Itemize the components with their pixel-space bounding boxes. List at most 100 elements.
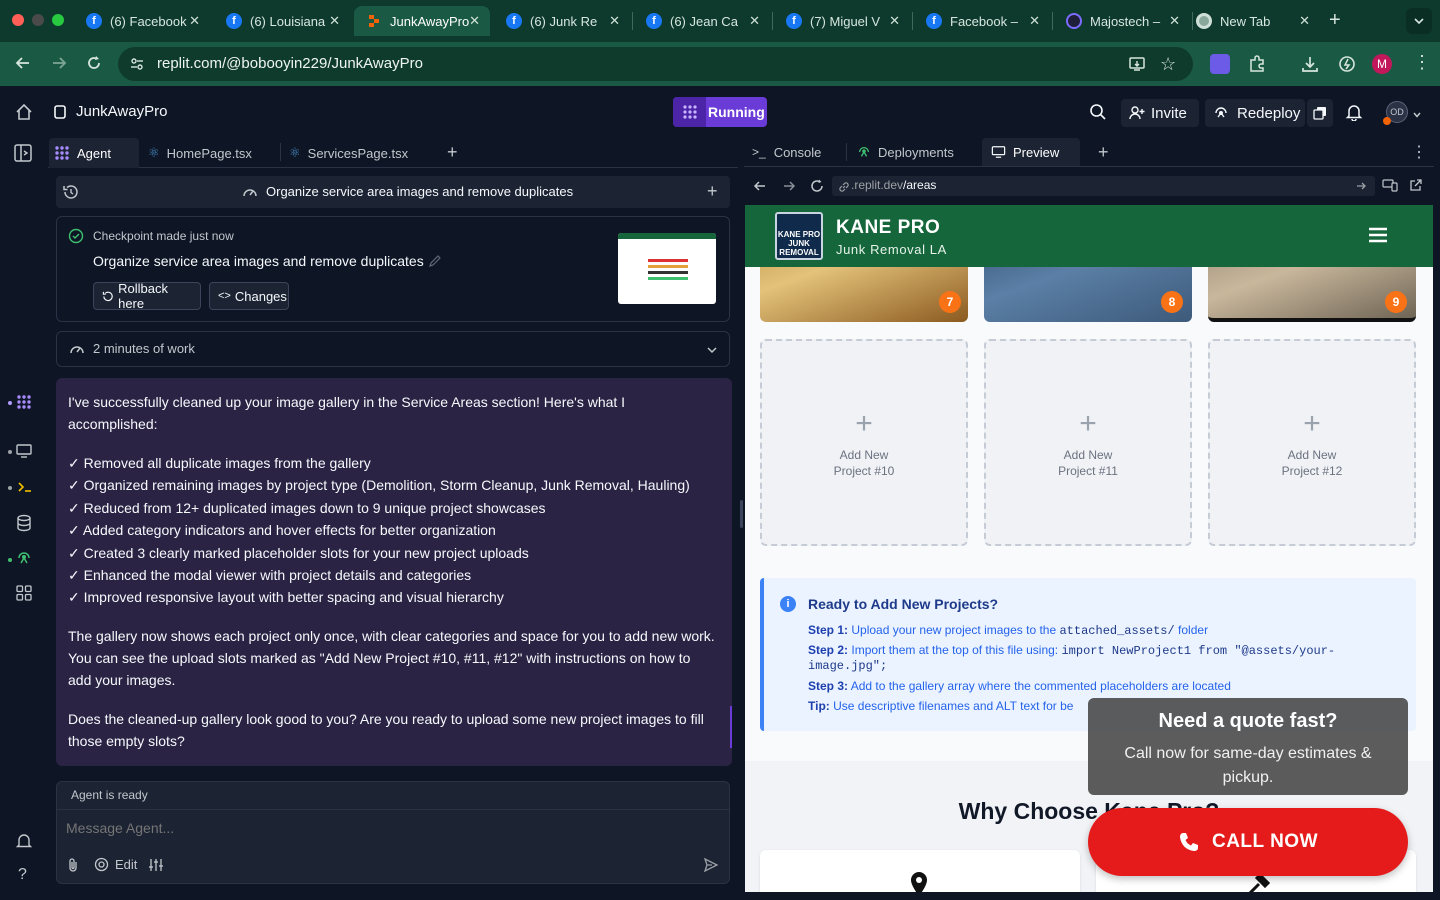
chevron-down-icon[interactable] [706,343,718,361]
facebook-icon: f [646,13,662,29]
close-icon[interactable]: ✕ [1299,13,1310,29]
changes-button[interactable]: <> Changes [209,282,289,310]
go-arrow-icon[interactable] [1355,179,1367,197]
browser-tab[interactable]: f Facebook – ✕ [914,6,1050,36]
tab-agent[interactable]: Agent [49,138,139,168]
website-preview: 7 8 9 KANE PRO JUNK REMOVAL & HAULING KA… [745,205,1433,892]
browser-tab[interactable]: f (7) Miguel V ✕ [774,6,910,36]
browser-tab[interactable]: New Tab ✕ [1184,6,1320,36]
new-tab-button[interactable]: + [1329,9,1341,32]
add-project-slot-11[interactable]: + Add New Project #11 [984,339,1192,546]
message-text: accomplished: [68,416,158,432]
reload-icon[interactable] [85,54,103,77]
close-icon[interactable]: ✕ [1169,13,1180,29]
link-icon [838,180,850,198]
add-tab-button[interactable]: + [1098,142,1109,163]
site-brand[interactable]: KANE PRO [836,217,940,239]
deploy-menu-button[interactable] [1307,99,1333,127]
message-input[interactable] [66,816,666,840]
extensions-puzzle-icon[interactable] [1247,54,1267,79]
react-icon: ⚛ [289,145,301,160]
all-tools-icon[interactable] [16,585,32,606]
tab-preview[interactable]: Preview [982,138,1080,166]
thread-title: Organize service area images and remove … [266,184,574,199]
forward-arrow-icon[interactable] [781,178,797,199]
agent-rail-icon[interactable] [16,394,32,415]
invite-button[interactable]: Invite [1121,99,1199,127]
bookmark-star-icon[interactable]: ☆ [1160,54,1176,75]
panel-resize-handle[interactable] [740,500,743,528]
browser-tab[interactable]: f (6) Facebook ✕ [74,6,210,36]
close-icon[interactable]: ✕ [329,13,340,29]
hamburger-menu-icon[interactable] [1368,226,1388,249]
tab-search-button[interactable] [1406,8,1432,34]
profile-avatar[interactable]: M [1372,54,1392,74]
close-icon[interactable]: ✕ [1029,13,1040,29]
add-tab-button[interactable]: + [447,142,458,163]
devices-icon[interactable] [1382,178,1398,197]
home-icon[interactable] [15,103,33,126]
browser-tab[interactable]: f (6) Louisiana ✕ [214,6,350,36]
back-arrow-icon[interactable] [14,54,32,77]
redeploy-label: Redeploy [1237,104,1301,122]
install-app-icon[interactable] [1128,55,1146,78]
extension-icon[interactable] [1210,54,1230,74]
tab-servicespage-tsx[interactable]: ⚛ ServicesPage.tsx [289,138,408,168]
call-now-button[interactable]: CALL NOW [1088,808,1408,876]
paperclip-icon[interactable] [66,857,80,878]
search-icon[interactable] [1089,103,1107,126]
forward-arrow-icon[interactable] [50,54,68,77]
help-icon[interactable]: ? [18,866,27,884]
close-icon[interactable]: ✕ [889,13,900,29]
close-icon[interactable]: ✕ [749,13,760,29]
add-project-slot-10[interactable]: + Add New Project #10 [760,339,968,546]
downloads-icon[interactable] [1300,54,1320,79]
checkpoint-thumbnail[interactable] [618,233,716,304]
url-text[interactable]: replit.com/@bobooyin229/JunkAwayPro [157,55,423,72]
files-toggle-icon[interactable] [13,142,35,164]
browser-tab[interactable]: Majostech – ✕ [1054,6,1190,36]
edit-button[interactable]: Edit [94,857,137,872]
maximize-window-button[interactable] [52,14,64,26]
message-scrollbar[interactable] [730,706,732,748]
alerts-icon[interactable] [15,832,33,855]
facebook-icon: f [926,13,942,29]
add-project-slot-12[interactable]: + Add New Project #12 [1208,339,1416,546]
close-icon[interactable]: ✕ [469,13,480,29]
browser-menu-icon[interactable]: ⋮ [1413,52,1431,73]
browser-tab[interactable]: f (6) Jean Ca ✕ [634,6,770,36]
minimize-window-button[interactable] [32,14,44,26]
site-settings-icon[interactable] [128,55,146,78]
new-thread-button[interactable]: + [707,181,718,202]
bell-icon[interactable] [1345,103,1363,126]
deployments-rail-icon[interactable] [16,550,32,571]
history-icon[interactable] [62,183,80,206]
project-name[interactable]: JunkAwayPro [76,103,167,120]
tab-console[interactable]: >_ Console [752,138,821,166]
tab-deployments[interactable]: Deployments [857,138,954,166]
close-icon[interactable]: ✕ [609,13,620,29]
send-icon[interactable] [703,857,719,878]
tab-label: HomePage.tsx [166,145,252,161]
popup-line: pickup. [1222,769,1274,786]
rollback-button[interactable]: Rollback here [93,281,201,311]
close-window-button[interactable] [12,14,24,26]
close-icon[interactable]: ✕ [189,13,200,29]
performance-icon[interactable] [1337,54,1357,79]
more-options-icon[interactable]: ⋮ [1411,142,1427,162]
back-arrow-icon[interactable] [752,178,768,199]
database-icon[interactable] [16,514,32,537]
logo[interactable]: KANE PRO JUNK REMOVAL & HAULING [775,212,823,260]
pencil-icon[interactable] [428,254,442,273]
browser-tab-active[interactable]: JunkAwayPro ✕ [354,6,490,36]
tab-homepage-tsx[interactable]: ⚛ HomePage.tsx [148,138,252,168]
run-status-button[interactable]: Running [673,97,767,127]
preview-rail-icon[interactable] [16,443,32,464]
console-rail-icon[interactable] [17,479,33,500]
reload-icon[interactable] [809,178,825,199]
open-external-icon[interactable] [1409,178,1423,197]
browser-tab[interactable]: f (6) Junk Re ✕ [494,6,630,36]
redeploy-button[interactable]: Redeploy [1205,99,1305,127]
settings-sliders-icon[interactable] [148,857,164,878]
chevron-down-icon[interactable] [1412,107,1422,125]
